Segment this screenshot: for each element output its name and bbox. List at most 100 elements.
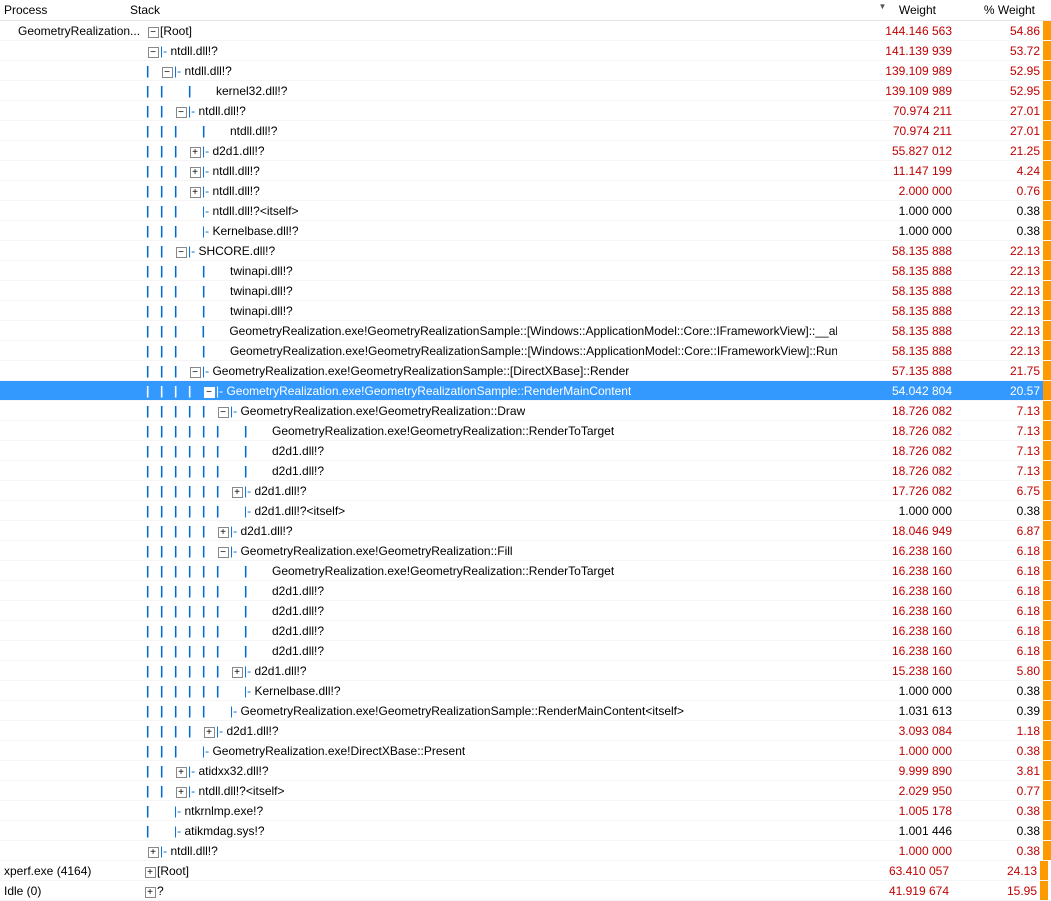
collapse-icon[interactable]: − <box>174 244 188 258</box>
weight-cell: 139.109 989 <box>837 64 960 78</box>
stack-label: |- atikmdag.sys!? <box>174 824 265 838</box>
table-row[interactable]: |−|- ntdll.dll!?139.109 98952.95 <box>0 61 1051 81</box>
col-header-stack[interactable]: Stack <box>127 3 821 17</box>
stack-label: |- atidxx32.dll!? <box>188 764 269 778</box>
table-row[interactable]: |||||||- Kernelbase.dll!?1.000 0000.38 <box>0 681 1051 701</box>
expand-icon[interactable]: + <box>202 724 216 738</box>
table-row[interactable]: |||||||GeometryRealization.exe!GeometryR… <box>0 561 1051 581</box>
pct-weight-cell: 52.95 <box>960 64 1043 78</box>
table-row[interactable]: |||||||- d2d1.dll!?<itself>1.000 0000.38 <box>0 501 1051 521</box>
pct-weight-cell: 5.80 <box>960 664 1043 678</box>
table-row[interactable]: ||||- Kernelbase.dll!?1.000 0000.38 <box>0 221 1051 241</box>
table-row[interactable]: |||||||d2d1.dll!?16.238 1606.18 <box>0 601 1051 621</box>
expand-icon[interactable]: + <box>216 524 230 538</box>
expand-icon[interactable]: + <box>188 144 202 158</box>
pct-weight-cell: 24.13 <box>957 864 1040 878</box>
table-row[interactable]: ||||- ntdll.dll!?<itself>1.000 0000.38 <box>0 201 1051 221</box>
table-row[interactable]: GeometryRealization...−[Root]144.146 563… <box>0 21 1051 41</box>
stack-cell: ||−|- SHCORE.dll!? <box>146 244 837 258</box>
weight-bar <box>1043 121 1051 140</box>
stack-label: |- ntdll.dll!? <box>160 44 218 58</box>
table-row[interactable]: ||+|- atidxx32.dll!?9.999 8903.81 <box>0 761 1051 781</box>
table-row[interactable]: ||||+|- d2d1.dll!?3.093 0841.18 <box>0 721 1051 741</box>
stack-cell: ||||||+|- d2d1.dll!? <box>146 484 837 498</box>
collapse-icon[interactable]: − <box>188 364 202 378</box>
table-row[interactable]: |||+|- ntdll.dll!?2.000 0000.76 <box>0 181 1051 201</box>
stack-cell: |||−|- GeometryRealization.exe!GeometryR… <box>146 364 837 378</box>
table-row[interactable]: ||−|- SHCORE.dll!?58.135 88822.13 <box>0 241 1051 261</box>
table-row[interactable]: ||- atikmdag.sys!?1.001 4460.38 <box>0 821 1051 841</box>
stack-cell: |||||||d2d1.dll!? <box>146 584 837 598</box>
table-row[interactable]: |||+|- d2d1.dll!?55.827 01221.25 <box>0 141 1051 161</box>
table-row[interactable]: −|- ntdll.dll!?141.139 93953.72 <box>0 41 1051 61</box>
table-row[interactable]: ||||||+|- d2d1.dll!?15.238 1605.80 <box>0 661 1051 681</box>
table-row[interactable]: ||||twinapi.dll!?58.135 88822.13 <box>0 301 1051 321</box>
table-row[interactable]: |||||||d2d1.dll!?16.238 1606.18 <box>0 621 1051 641</box>
table-row[interactable]: ||||−|- GeometryRealization.exe!Geometry… <box>0 381 1051 401</box>
table-row[interactable]: ||||twinapi.dll!?58.135 88822.13 <box>0 281 1051 301</box>
table-row[interactable]: ||||||- GeometryRealization.exe!Geometry… <box>0 701 1051 721</box>
expand-icon[interactable]: + <box>230 664 244 678</box>
expand-icon[interactable]: + <box>146 844 160 858</box>
table-row[interactable]: +|- ntdll.dll!?1.000 0000.38 <box>0 841 1051 861</box>
col-header-pct-weight[interactable]: % Weight <box>944 3 1043 17</box>
collapse-icon[interactable]: − <box>146 24 160 38</box>
collapse-icon[interactable]: − <box>160 64 174 78</box>
weight-cell: 15.238 160 <box>837 664 960 678</box>
stack-label: GeometryRealization.exe!GeometryRealizat… <box>272 564 614 578</box>
table-row[interactable]: |||||||d2d1.dll!?16.238 1606.18 <box>0 641 1051 661</box>
table-row[interactable]: ||−|- ntdll.dll!?70.974 21127.01 <box>0 101 1051 121</box>
expand-icon[interactable]: + <box>143 884 157 898</box>
table-row[interactable]: ||||GeometryRealization.exe!GeometryReal… <box>0 321 1051 341</box>
weight-bar <box>1040 861 1048 880</box>
col-header-weight[interactable]: ▼Weight <box>821 3 944 17</box>
table-row[interactable]: |||||||d2d1.dll!?18.726 0827.13 <box>0 461 1051 481</box>
collapse-icon[interactable]: − <box>216 404 230 418</box>
table-row[interactable]: ||+|- ntdll.dll!?<itself>2.029 9500.77 <box>0 781 1051 801</box>
table-row[interactable]: ||||twinapi.dll!?58.135 88822.13 <box>0 261 1051 281</box>
pct-weight-cell: 0.38 <box>960 684 1043 698</box>
expand-icon[interactable]: + <box>174 764 188 778</box>
table-row[interactable]: |||||−|- GeometryRealization.exe!Geometr… <box>0 541 1051 561</box>
collapse-icon[interactable]: − <box>202 384 216 398</box>
table-row[interactable]: ||||GeometryRealization.exe!GeometryReal… <box>0 341 1051 361</box>
table-row[interactable]: ||- ntkrnlmp.exe!?1.005 1780.38 <box>0 801 1051 821</box>
expand-icon[interactable]: + <box>188 164 202 178</box>
weight-cell: 70.974 211 <box>837 104 960 118</box>
stack-label: GeometryRealization.exe!GeometryRealizat… <box>272 424 614 438</box>
weight-cell: 1.001 446 <box>837 824 960 838</box>
expand-icon[interactable]: + <box>230 484 244 498</box>
table-row[interactable]: |||||||GeometryRealization.exe!GeometryR… <box>0 421 1051 441</box>
expand-icon[interactable]: + <box>143 864 157 878</box>
column-header-row: Process Stack ▼Weight % Weight <box>0 0 1051 21</box>
collapse-icon[interactable]: − <box>174 104 188 118</box>
weight-cell: 16.238 160 <box>837 564 960 578</box>
col-header-process[interactable]: Process <box>0 3 127 17</box>
table-row[interactable]: |||kernel32.dll!?139.109 98952.95 <box>0 81 1051 101</box>
process-cell: GeometryRealization... <box>0 24 146 38</box>
expand-icon[interactable]: + <box>188 184 202 198</box>
table-row[interactable]: ||||- GeometryRealization.exe!DirectXBas… <box>0 741 1051 761</box>
table-row[interactable]: |||||||d2d1.dll!?18.726 0827.13 <box>0 441 1051 461</box>
collapse-icon[interactable]: − <box>146 44 160 58</box>
stack-label: twinapi.dll!? <box>230 264 293 278</box>
collapse-icon[interactable]: − <box>216 544 230 558</box>
table-row[interactable]: Idle (0)+?41.919 67415.95 <box>0 881 1051 901</box>
tree-grid: GeometryRealization...−[Root]144.146 563… <box>0 21 1051 901</box>
expand-icon[interactable]: + <box>174 784 188 798</box>
table-row[interactable]: |||−|- GeometryRealization.exe!GeometryR… <box>0 361 1051 381</box>
weight-cell: 16.238 160 <box>837 624 960 638</box>
weight-cell: 18.046 949 <box>837 524 960 538</box>
weight-bar <box>1043 321 1051 340</box>
table-row[interactable]: |||+|- ntdll.dll!?11.147 1994.24 <box>0 161 1051 181</box>
stack-label: |- GeometryRealization.exe!DirectXBase::… <box>202 744 465 758</box>
table-row[interactable]: |||||+|- d2d1.dll!?18.046 9496.87 <box>0 521 1051 541</box>
table-row[interactable]: ||||||+|- d2d1.dll!?17.726 0826.75 <box>0 481 1051 501</box>
weight-bar <box>1043 821 1051 840</box>
weight-cell: 1.000 000 <box>837 224 960 238</box>
table-row[interactable]: ||||ntdll.dll!?70.974 21127.01 <box>0 121 1051 141</box>
table-row[interactable]: |||||−|- GeometryRealization.exe!Geometr… <box>0 401 1051 421</box>
weight-bar <box>1043 221 1051 240</box>
table-row[interactable]: |||||||d2d1.dll!?16.238 1606.18 <box>0 581 1051 601</box>
table-row[interactable]: xperf.exe (4164)+[Root]63.410 05724.13 <box>0 861 1051 881</box>
